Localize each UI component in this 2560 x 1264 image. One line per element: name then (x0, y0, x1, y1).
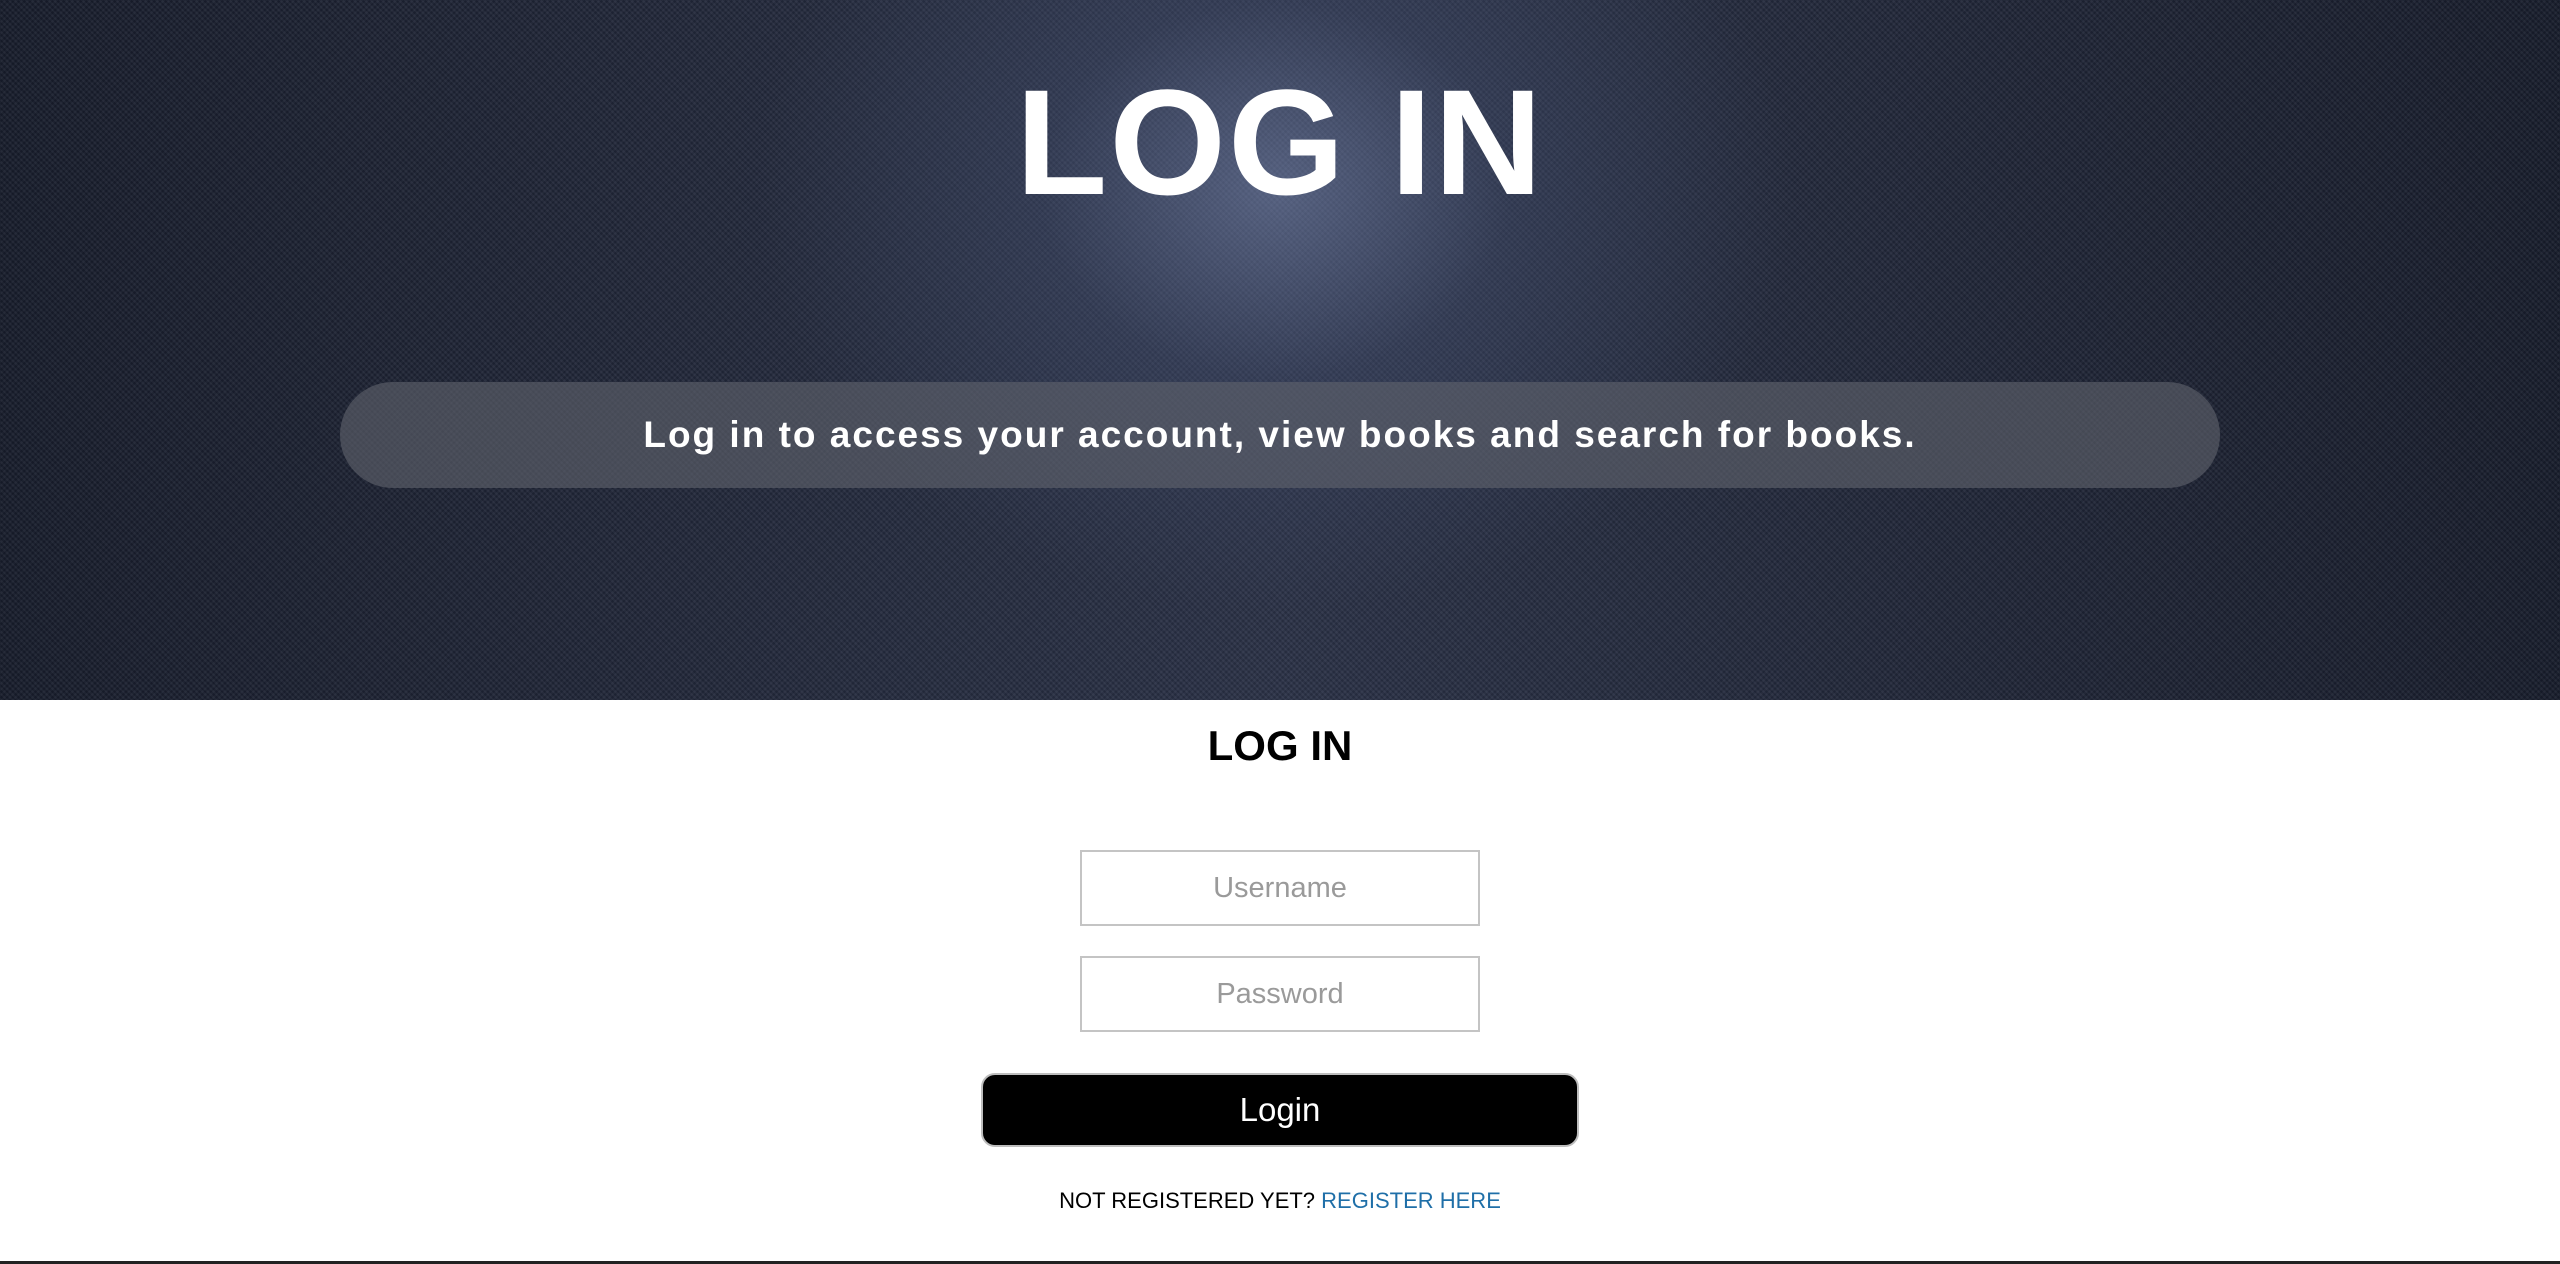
hero-subtitle: Log in to access your account, view book… (643, 414, 1917, 455)
login-form-title: LOG IN (1207, 722, 1353, 769)
username-input[interactable] (1080, 850, 1480, 926)
hero-subtitle-banner: Log in to access your account, view book… (340, 382, 2220, 488)
password-input[interactable] (1080, 956, 1480, 1032)
hero-title: LOG IN (1015, 58, 1545, 226)
hero-banner: LOG IN Log in to access your account, vi… (0, 0, 2560, 700)
login-button[interactable]: Login (981, 1073, 1579, 1147)
register-link[interactable]: REGISTER HERE (1321, 1188, 1501, 1213)
register-prompt-line: NOT REGISTERED YET? REGISTER HERE (0, 1186, 2560, 1216)
register-prompt-text: NOT REGISTERED YET? (1059, 1188, 1316, 1213)
